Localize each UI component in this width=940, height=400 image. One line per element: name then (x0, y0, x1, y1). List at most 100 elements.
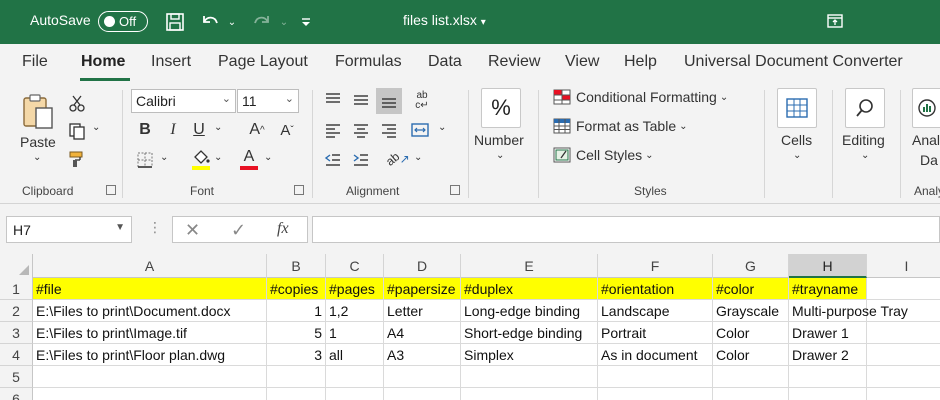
number-dropdown-icon[interactable]: ⌄ (496, 150, 504, 161)
row-header[interactable]: 4 (0, 344, 33, 366)
cell-f4[interactable]: As in document (598, 344, 713, 366)
redo-dropdown-icon[interactable]: ⌄ (278, 10, 290, 34)
cell-c6[interactable] (326, 388, 384, 400)
cancel-icon[interactable]: ✕ (185, 220, 200, 241)
cell-d2[interactable]: Letter (384, 300, 461, 322)
top-align-icon[interactable] (322, 90, 344, 110)
increase-font-size-icon[interactable]: A ^ (246, 120, 268, 140)
autosave-toggle[interactable]: Off (98, 11, 148, 32)
text-orientation-icon[interactable]: ab ↗ (383, 148, 410, 170)
editing-label[interactable]: Editing (842, 132, 885, 148)
cell-styles-button[interactable]: Cell Styles ⌄ (553, 147, 654, 163)
tab-universal-document-converter[interactable]: Universal Document Converter (684, 53, 903, 71)
formula-bar-grip-icon[interactable]: ⋮ (148, 219, 162, 236)
row-header[interactable]: 6 (0, 388, 33, 400)
cell-d3[interactable]: A4 (384, 322, 461, 344)
cell-c1[interactable]: #pages (326, 278, 384, 300)
cell-i2[interactable] (867, 300, 940, 322)
cell-c5[interactable] (326, 366, 384, 388)
analyze-label-top[interactable]: Anal (912, 132, 940, 148)
column-header-b[interactable]: B (267, 254, 326, 278)
fill-color-dropdown-icon[interactable]: ⌄ (214, 152, 222, 163)
cell-b2[interactable]: 1 (267, 300, 326, 322)
cell-a1[interactable]: #file (33, 278, 267, 300)
align-center-icon[interactable] (350, 120, 372, 140)
underline-dropdown-icon[interactable]: ⌄ (214, 122, 222, 133)
tab-data[interactable]: Data (428, 53, 462, 71)
cell-g5[interactable] (713, 366, 789, 388)
column-header-e[interactable]: E (461, 254, 598, 278)
cell-i5[interactable] (867, 366, 940, 388)
cell-a4[interactable]: E:\Files to print\Floor plan.dwg (33, 344, 267, 366)
orientation-dropdown-icon[interactable]: ⌄ (414, 152, 422, 163)
format-painter-icon[interactable] (66, 148, 88, 170)
cell-e5[interactable] (461, 366, 598, 388)
undo-dropdown-icon[interactable]: ⌄ (226, 10, 238, 34)
formula-input[interactable] (312, 216, 940, 243)
cell-i6[interactable] (867, 388, 940, 400)
cell-g2[interactable]: Grayscale (713, 300, 789, 322)
number-format-icon[interactable]: % (481, 88, 521, 128)
column-header-c[interactable]: C (326, 254, 384, 278)
row-header[interactable]: 3 (0, 322, 33, 344)
column-header-h[interactable]: H (789, 254, 867, 278)
column-header-f[interactable]: F (598, 254, 713, 278)
cell-a2[interactable]: E:\Files to print\Document.docx (33, 300, 267, 322)
cell-b6[interactable] (267, 388, 326, 400)
decrease-font-size-icon[interactable]: Aˇ (276, 120, 298, 140)
cell-f6[interactable] (598, 388, 713, 400)
decrease-indent-icon[interactable] (322, 150, 344, 170)
align-right-icon[interactable] (378, 120, 400, 140)
cell-d5[interactable] (384, 366, 461, 388)
cell-a5[interactable] (33, 366, 267, 388)
cell-h3[interactable]: Drawer 1 (789, 322, 867, 344)
number-label[interactable]: Number (474, 132, 524, 148)
cell-e4[interactable]: Simplex (461, 344, 598, 366)
cell-b4[interactable]: 3 (267, 344, 326, 366)
tab-view[interactable]: View (565, 53, 599, 71)
cell-h6[interactable] (789, 388, 867, 400)
format-as-table-button[interactable]: Format as Table ⌄ (553, 118, 688, 134)
cell-c4[interactable]: all (326, 344, 384, 366)
italic-icon[interactable]: I (164, 120, 182, 140)
cell-c2[interactable]: 1,2 (326, 300, 384, 322)
column-header-a[interactable]: A (33, 254, 267, 278)
tab-insert[interactable]: Insert (151, 53, 191, 71)
tab-review[interactable]: Review (488, 53, 540, 71)
cell-d1[interactable]: #papersize (384, 278, 461, 300)
cell-f1[interactable]: #orientation (598, 278, 713, 300)
borders-icon[interactable] (134, 150, 156, 170)
file-name[interactable]: files list.xlsx ▾ (403, 12, 486, 28)
cell-g3[interactable]: Color (713, 322, 789, 344)
orientation-wrap-icon[interactable]: ab c↵ (410, 88, 434, 114)
select-all-button[interactable] (0, 254, 33, 278)
tab-home[interactable]: Home (81, 53, 125, 71)
cell-d6[interactable] (384, 388, 461, 400)
cell-e3[interactable]: Short-edge binding (461, 322, 598, 344)
cell-e1[interactable]: #duplex (461, 278, 598, 300)
cell-b3[interactable]: 5 (267, 322, 326, 344)
enter-icon[interactable]: ✓ (231, 220, 246, 241)
customize-qat-icon[interactable] (296, 10, 316, 34)
underline-icon[interactable]: U (190, 120, 208, 140)
cell-a6[interactable] (33, 388, 267, 400)
row-header[interactable]: 5 (0, 366, 33, 388)
align-left-icon[interactable] (322, 120, 344, 140)
column-header-d[interactable]: D (384, 254, 461, 278)
copy-icon[interactable] (66, 120, 88, 142)
font-size-combo[interactable]: 11 ⌄ (237, 89, 299, 113)
cell-e2[interactable]: Long-edge binding (461, 300, 598, 322)
tab-page-layout[interactable]: Page Layout (218, 53, 308, 71)
borders-dropdown-icon[interactable]: ⌄ (160, 152, 168, 163)
font-color-dropdown-icon[interactable]: ⌄ (264, 152, 272, 163)
merge-dropdown-icon[interactable]: ⌄ (438, 122, 446, 133)
cell-b1[interactable]: #copies (267, 278, 326, 300)
cut-icon[interactable] (66, 92, 88, 114)
ribbon-display-options-icon[interactable] (826, 12, 844, 33)
fill-color-icon[interactable] (190, 146, 212, 172)
font-name-combo[interactable]: Calibri ⌄ (131, 89, 236, 113)
cell-h5[interactable] (789, 366, 867, 388)
paste-icon[interactable] (18, 90, 58, 134)
row-header[interactable]: 2 (0, 300, 33, 322)
cell-i3[interactable] (867, 322, 940, 344)
